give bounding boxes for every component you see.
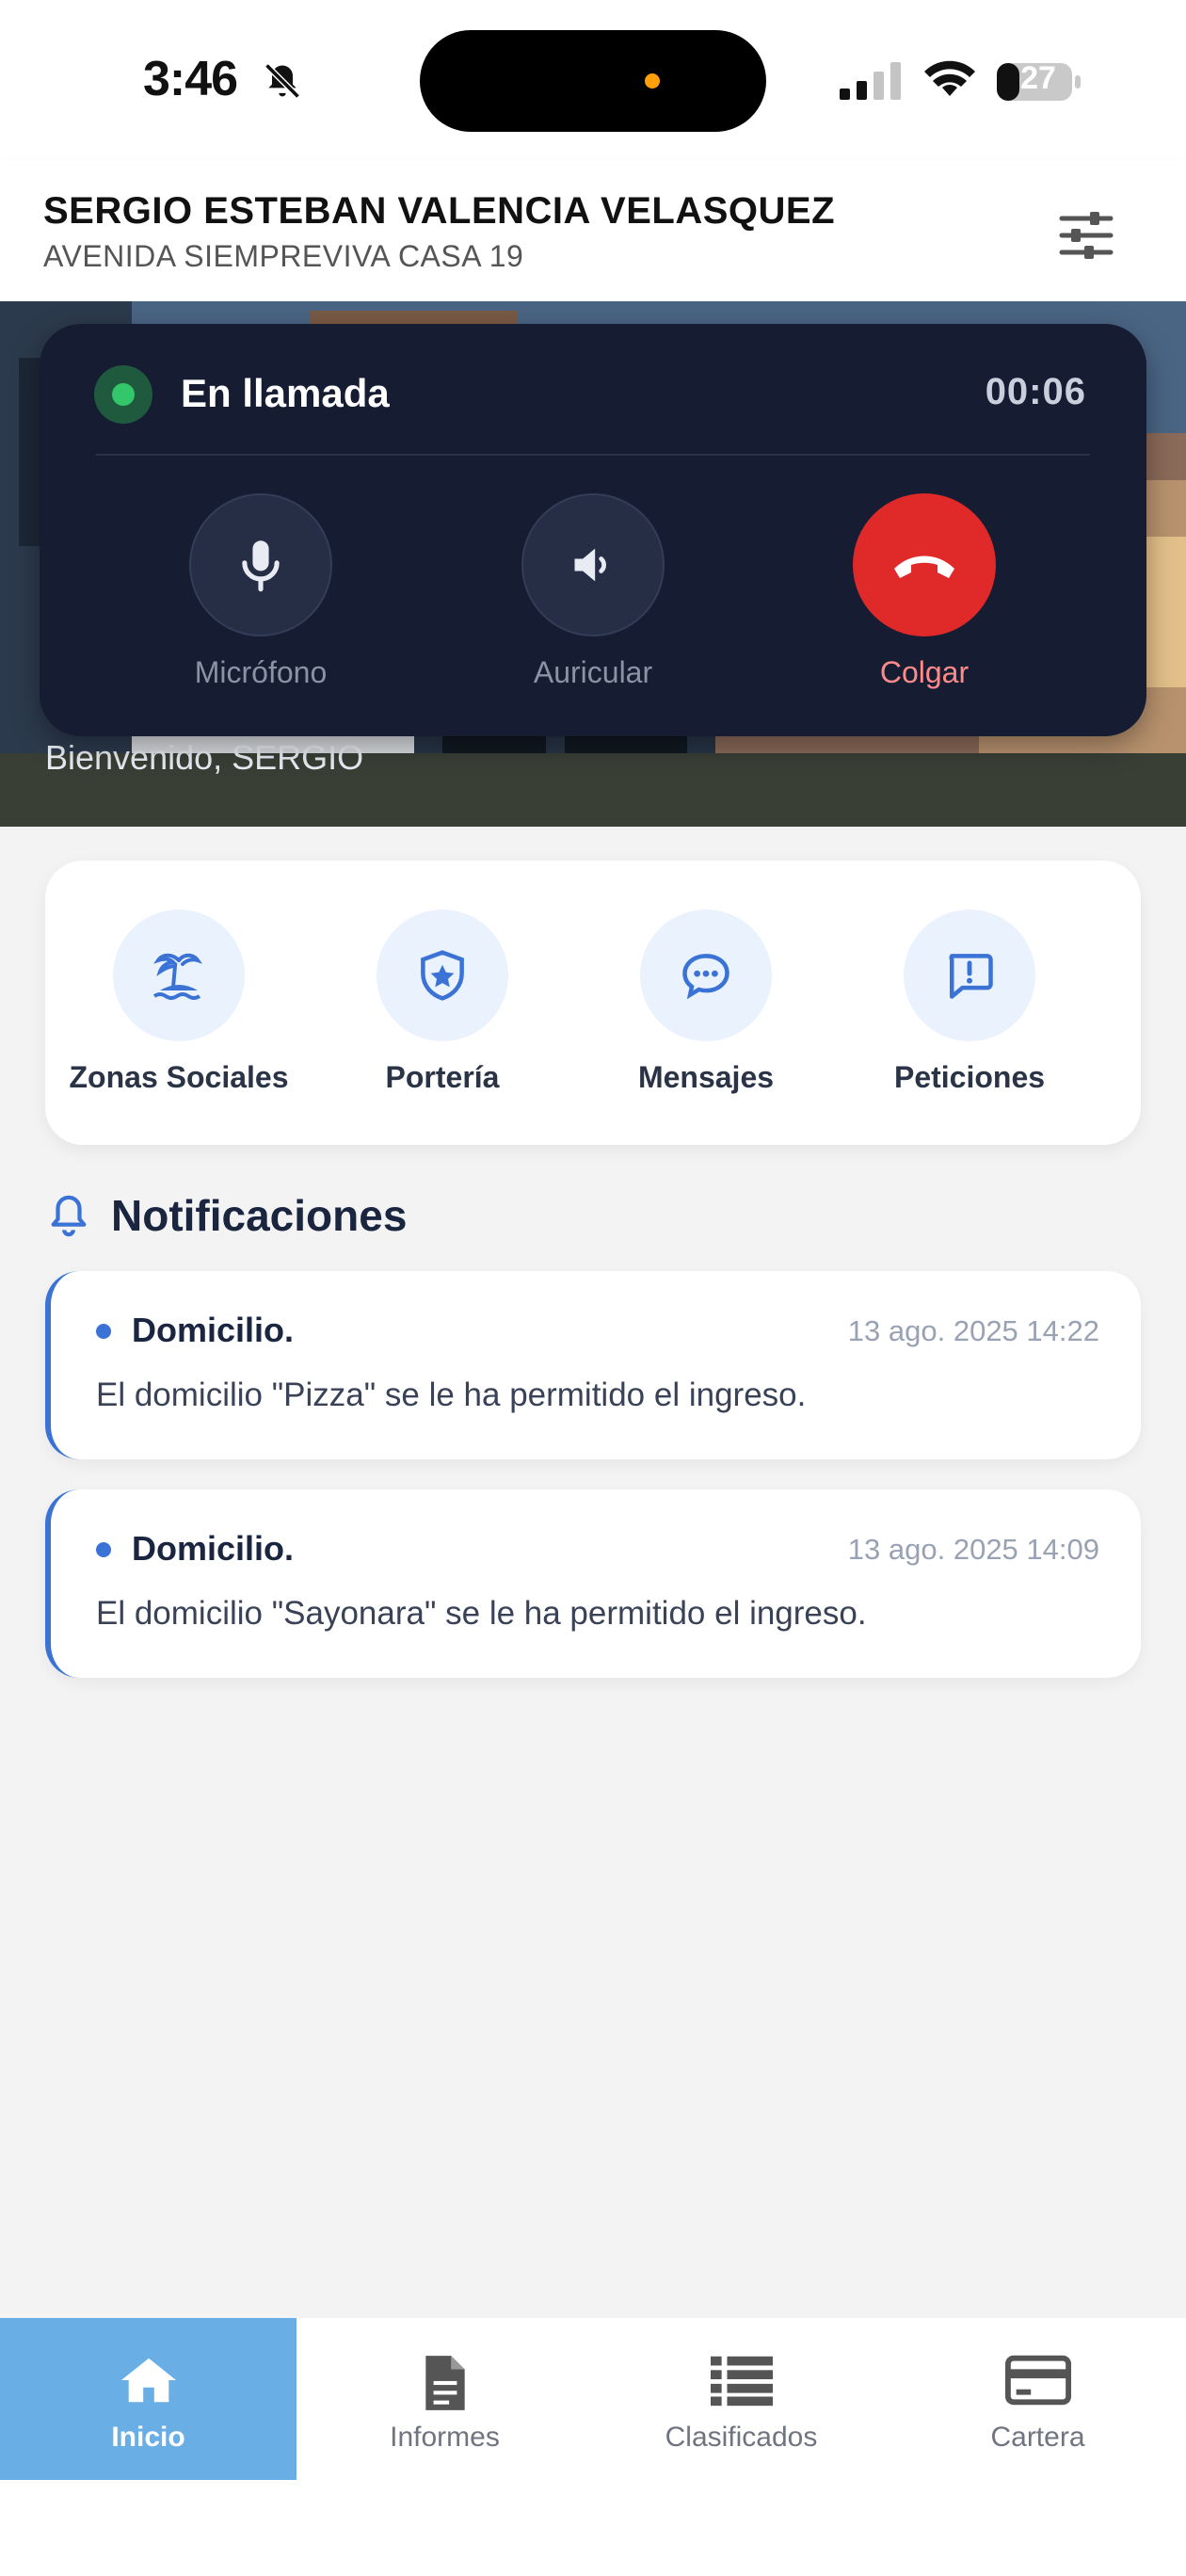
app-header: SERGIO ESTEBAN VALENCIA VELASQUEZ AVENID… xyxy=(0,160,1186,301)
nav-label: Cartera xyxy=(990,2422,1085,2453)
microphone-control[interactable]: Micrófono xyxy=(143,493,378,690)
welcome-text: Bienvenido, SERGIO xyxy=(45,738,364,777)
speaker-label: Auricular xyxy=(533,655,653,689)
notification-item[interactable]: Domicilio. 13 ago. 2025 14:22 El domicil… xyxy=(45,1271,1141,1459)
call-live-dot xyxy=(112,383,135,406)
nav-item-cartera[interactable]: Cartera xyxy=(890,2318,1186,2480)
notification-item[interactable]: Domicilio. 13 ago. 2025 14:09 El domicil… xyxy=(45,1489,1141,1678)
quick-action-mensajes[interactable]: Mensajes xyxy=(574,910,838,1095)
nav-label: Clasificados xyxy=(665,2422,818,2453)
microphone-label: Micrófono xyxy=(194,655,328,689)
bottom-navigation: Inicio Informes Clasificados Cartera xyxy=(0,2318,1186,2576)
nav-label: Inicio xyxy=(111,2422,185,2453)
notification-date: 13 ago. 2025 14:22 xyxy=(847,1314,1099,1347)
resident-address: AVENIDA SIEMPREVIVA CASA 19 xyxy=(43,239,524,273)
quick-action-icon-wrap[interactable] xyxy=(640,910,772,1041)
list-icon xyxy=(710,2356,773,2407)
quick-action-icon-wrap[interactable] xyxy=(113,910,245,1041)
notification-body: El domicilio "Sayonara" se le ha permiti… xyxy=(96,1595,867,1632)
quick-action-porteria[interactable]: Portería xyxy=(311,910,574,1095)
unread-dot xyxy=(96,1324,111,1339)
notification-title: Domicilio. xyxy=(132,1529,295,1568)
island-icon xyxy=(152,953,202,1000)
quick-action-label: Mensajes xyxy=(637,1060,775,1094)
quick-action-icon-wrap[interactable] xyxy=(377,910,508,1041)
quick-action-zonas-sociales[interactable]: Zonas Sociales xyxy=(47,910,311,1095)
hang-up-button[interactable] xyxy=(853,493,996,636)
nav-label: Informes xyxy=(390,2422,500,2453)
wifi-icon xyxy=(924,60,975,96)
alert-message-icon xyxy=(949,954,993,999)
nav-item-inicio[interactable]: Inicio xyxy=(0,2318,296,2480)
nav-item-informes[interactable]: Informes xyxy=(296,2318,593,2480)
cellular-signal-icon xyxy=(840,62,901,100)
dynamic-island xyxy=(420,30,766,132)
speaker-control[interactable]: Auricular xyxy=(475,493,711,690)
microphone-icon xyxy=(242,540,280,592)
resident-name: SERGIO ESTEBAN VALENCIA VELASQUEZ xyxy=(43,190,836,232)
battery-level: 27 xyxy=(1020,60,1056,96)
hang-up-icon xyxy=(894,555,954,578)
bell-off-icon xyxy=(264,63,300,99)
call-divider xyxy=(96,454,1090,456)
speaker-button[interactable] xyxy=(521,493,665,636)
hang-up-label: Colgar xyxy=(879,655,970,689)
chat-bubble-icon xyxy=(682,954,729,1000)
call-timer: 00:06 xyxy=(985,371,1086,412)
status-time: 3:46 xyxy=(143,52,238,106)
quick-action-icon-wrap[interactable] xyxy=(904,910,1035,1041)
quick-action-label: Portería xyxy=(385,1060,500,1094)
active-call-card: En llamada 00:06 Micrófono Auricular Col… xyxy=(40,324,1146,736)
quick-actions-card: Zonas Sociales Portería Mensajes Peticio… xyxy=(45,861,1141,1145)
quick-action-peticiones[interactable]: Peticiones xyxy=(838,910,1101,1095)
quick-action-label: Peticiones xyxy=(893,1060,1046,1094)
notifications-heading: Notificaciones xyxy=(111,1191,408,1240)
bell-icon xyxy=(51,1195,87,1237)
microphone-button[interactable] xyxy=(189,493,332,636)
call-live-indicator xyxy=(94,365,152,424)
unread-dot xyxy=(96,1542,111,1557)
status-bar: 3:46 27 xyxy=(0,0,1186,160)
quick-action-label: Zonas Sociales xyxy=(69,1060,289,1094)
card-icon xyxy=(1004,2355,1071,2406)
notification-date: 13 ago. 2025 14:09 xyxy=(847,1533,1099,1566)
hang-up-control[interactable]: Colgar xyxy=(807,493,1042,690)
document-icon xyxy=(425,2356,465,2410)
settings-sliders-icon[interactable] xyxy=(1056,205,1116,266)
home-icon xyxy=(120,2358,176,2403)
notification-body: El domicilio "Pizza" se le ha permitido … xyxy=(96,1377,807,1413)
notification-title: Domicilio. xyxy=(132,1311,295,1349)
nav-item-clasificados[interactable]: Clasificados xyxy=(593,2318,890,2480)
shield-star-icon xyxy=(421,950,464,1001)
privacy-indicator-dot xyxy=(645,73,660,89)
call-status: En llamada xyxy=(181,371,390,415)
speaker-icon xyxy=(574,548,606,582)
